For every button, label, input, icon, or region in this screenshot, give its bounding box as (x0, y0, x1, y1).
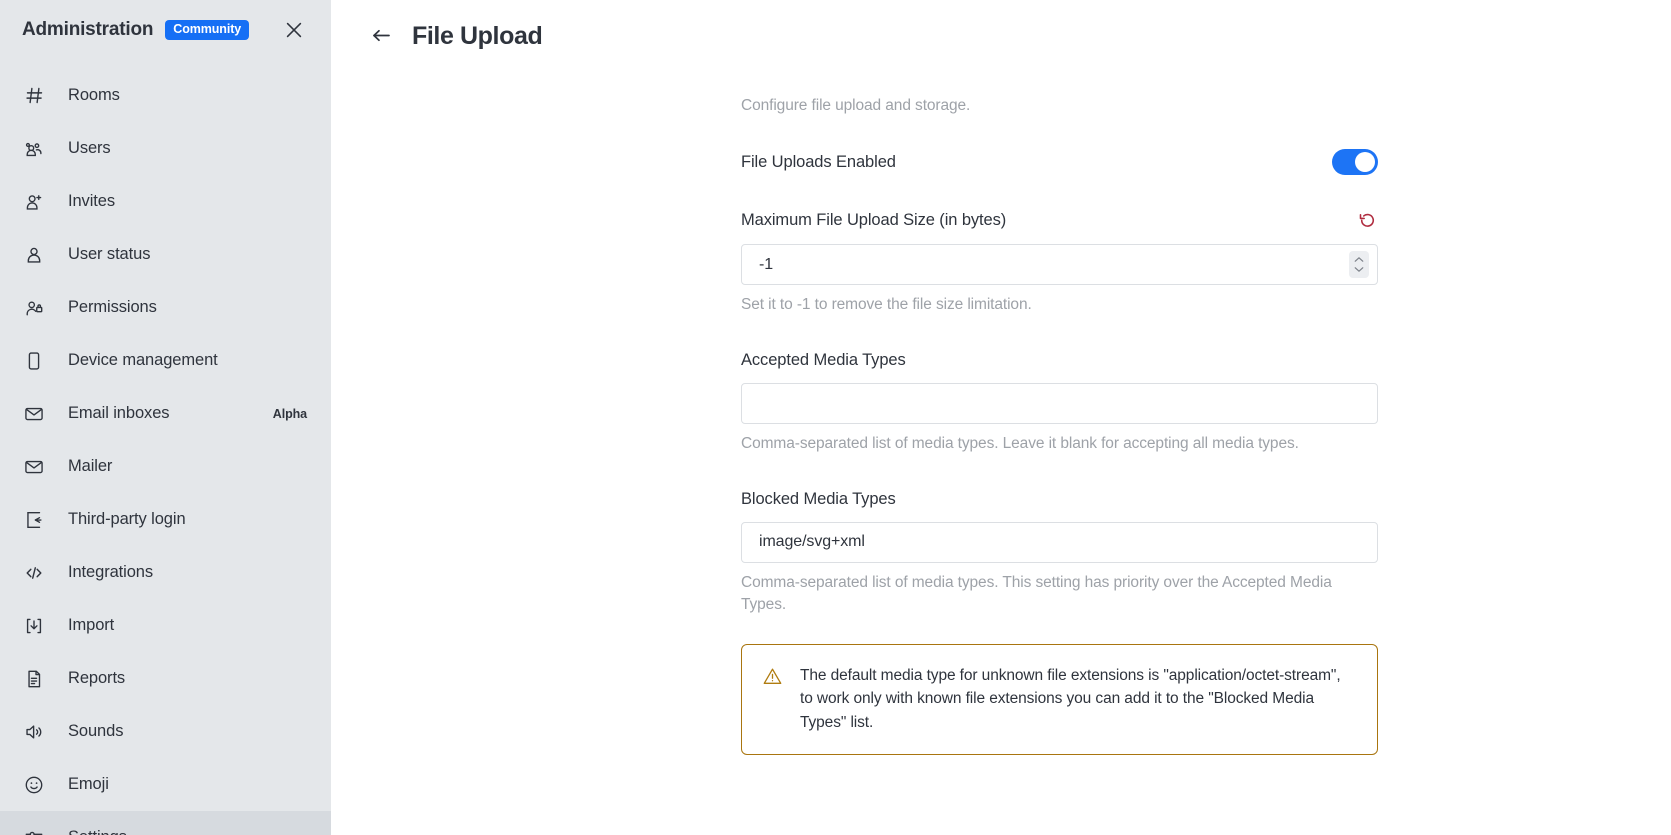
users-icon (22, 137, 46, 161)
admin-sidebar: Administration Community Rooms Users Inv… (0, 0, 331, 835)
close-button[interactable] (279, 15, 309, 45)
sidebar-nav: Rooms Users Invites User status Permissi… (0, 69, 331, 835)
field-hint: Comma-separated list of media types. Thi… (741, 573, 1332, 614)
sidebar-item-settings[interactable]: Settings (0, 811, 331, 835)
import-icon (22, 614, 46, 638)
page-header: File Upload (331, 0, 1671, 72)
input-value: -1 (759, 255, 774, 273)
sidebar-item-label: Emoji (68, 775, 109, 793)
sidebar-item-users[interactable]: Users (0, 122, 331, 175)
accepted-media-types-input[interactable] (741, 382, 1378, 424)
close-icon (286, 22, 302, 38)
sidebar-item-integrations[interactable]: Integrations (0, 546, 331, 599)
sidebar-item-permissions[interactable]: Permissions (0, 281, 331, 334)
sidebar-item-label: Integrations (68, 563, 154, 581)
mail-icon (22, 402, 46, 426)
reset-icon[interactable] (1356, 209, 1378, 231)
sidebar-item-label: Sounds (68, 722, 124, 740)
sidebar-item-label: Email inboxes (68, 404, 170, 422)
sidebar-item-label: User status (68, 245, 151, 263)
chevron-up-icon (1354, 257, 1364, 262)
sidebar-item-user-status[interactable]: User status (0, 228, 331, 281)
sidebar-item-device-management[interactable]: Device management (0, 334, 331, 387)
sliders-icon (22, 826, 46, 835)
page-title: File Upload (412, 21, 543, 50)
field-file-uploads-enabled: File Uploads Enabled (741, 149, 1378, 175)
field-max-file-upload-size: Maximum File Upload Size (in bytes) -1 S… (741, 209, 1378, 317)
sidebar-item-label: Import (68, 616, 115, 634)
warning-callout: The default media type for unknown file … (741, 644, 1378, 755)
section-description: Configure file upload and storage. (741, 97, 971, 114)
sidebar-item-label: Reports (68, 669, 126, 687)
arrow-left-icon (373, 29, 390, 42)
sidebar-item-label: Settings (68, 828, 127, 835)
sidebar-item-third-party-login[interactable]: Third-party login (0, 493, 331, 546)
field-label: File Uploads Enabled (741, 152, 896, 171)
sidebar-header: Administration Community (0, 0, 331, 60)
sidebar-item-label: Invites (68, 192, 115, 210)
user-plus-icon (22, 190, 46, 214)
sidebar-item-label: Third-party login (68, 510, 186, 528)
field-label: Accepted Media Types (741, 350, 906, 369)
mobile-icon (22, 349, 46, 373)
sidebar-item-label: Rooms (68, 86, 120, 104)
code-icon (22, 561, 46, 585)
sidebar-item-emoji[interactable]: Emoji (0, 758, 331, 811)
smile-icon (22, 773, 46, 797)
field-blocked-media-types: Blocked Media Types image/svg+xml Comma-… (741, 490, 1378, 618)
max-file-upload-size-input[interactable]: -1 (741, 244, 1378, 285)
sidebar-item-email-inboxes[interactable]: Email inboxes Alpha (0, 387, 331, 440)
sidebar-item-label: Users (68, 139, 111, 157)
sidebar-title: Administration (22, 19, 154, 40)
sidebar-item-label: Device management (68, 351, 218, 369)
sidebar-item-tag: Alpha (272, 406, 307, 421)
sidebar-item-rooms[interactable]: Rooms (0, 69, 331, 122)
admin-window: Administration Community Rooms Users Inv… (0, 0, 1671, 835)
field-hint: Set it to -1 to remove the file size lim… (741, 296, 1032, 313)
sidebar-item-sounds[interactable]: Sounds (0, 705, 331, 758)
sidebar-item-mailer[interactable]: Mailer (0, 440, 331, 493)
field-label: Blocked Media Types (741, 489, 896, 508)
warning-triangle-icon (762, 666, 783, 687)
sidebar-item-label: Permissions (68, 298, 157, 316)
input-value: image/svg+xml (759, 533, 865, 551)
warning-callout-text: The default media type for unknown file … (800, 667, 1341, 731)
sidebar-item-label: Mailer (68, 457, 113, 475)
sidebar-item-reports[interactable]: Reports (0, 652, 331, 705)
user-icon (22, 243, 46, 267)
user-lock-icon (22, 296, 46, 320)
speaker-icon (22, 720, 46, 744)
chevron-down-icon (1354, 267, 1364, 272)
field-accepted-media-types: Accepted Media Types Comma-separated lis… (741, 351, 1378, 456)
sidebar-item-import[interactable]: Import (0, 599, 331, 652)
number-stepper[interactable] (1349, 251, 1369, 278)
community-badge: Community (165, 20, 250, 40)
hash-icon (22, 84, 46, 108)
field-label: Maximum File Upload Size (in bytes) (741, 210, 1007, 229)
sidebar-item-invites[interactable]: Invites (0, 175, 331, 228)
file-uploads-enabled-toggle[interactable] (1332, 149, 1378, 175)
document-icon (22, 667, 46, 691)
back-button[interactable] (367, 22, 395, 50)
main-panel: File Upload Configure file upload and st… (331, 0, 1671, 835)
mail-icon (22, 455, 46, 479)
login-icon (22, 508, 46, 532)
field-hint: Comma-separated list of media types. Lea… (741, 434, 1299, 452)
blocked-media-types-input[interactable]: image/svg+xml (741, 521, 1378, 563)
settings-content: Configure file upload and storage. File … (331, 97, 1671, 755)
toggle-knob (1355, 152, 1375, 172)
